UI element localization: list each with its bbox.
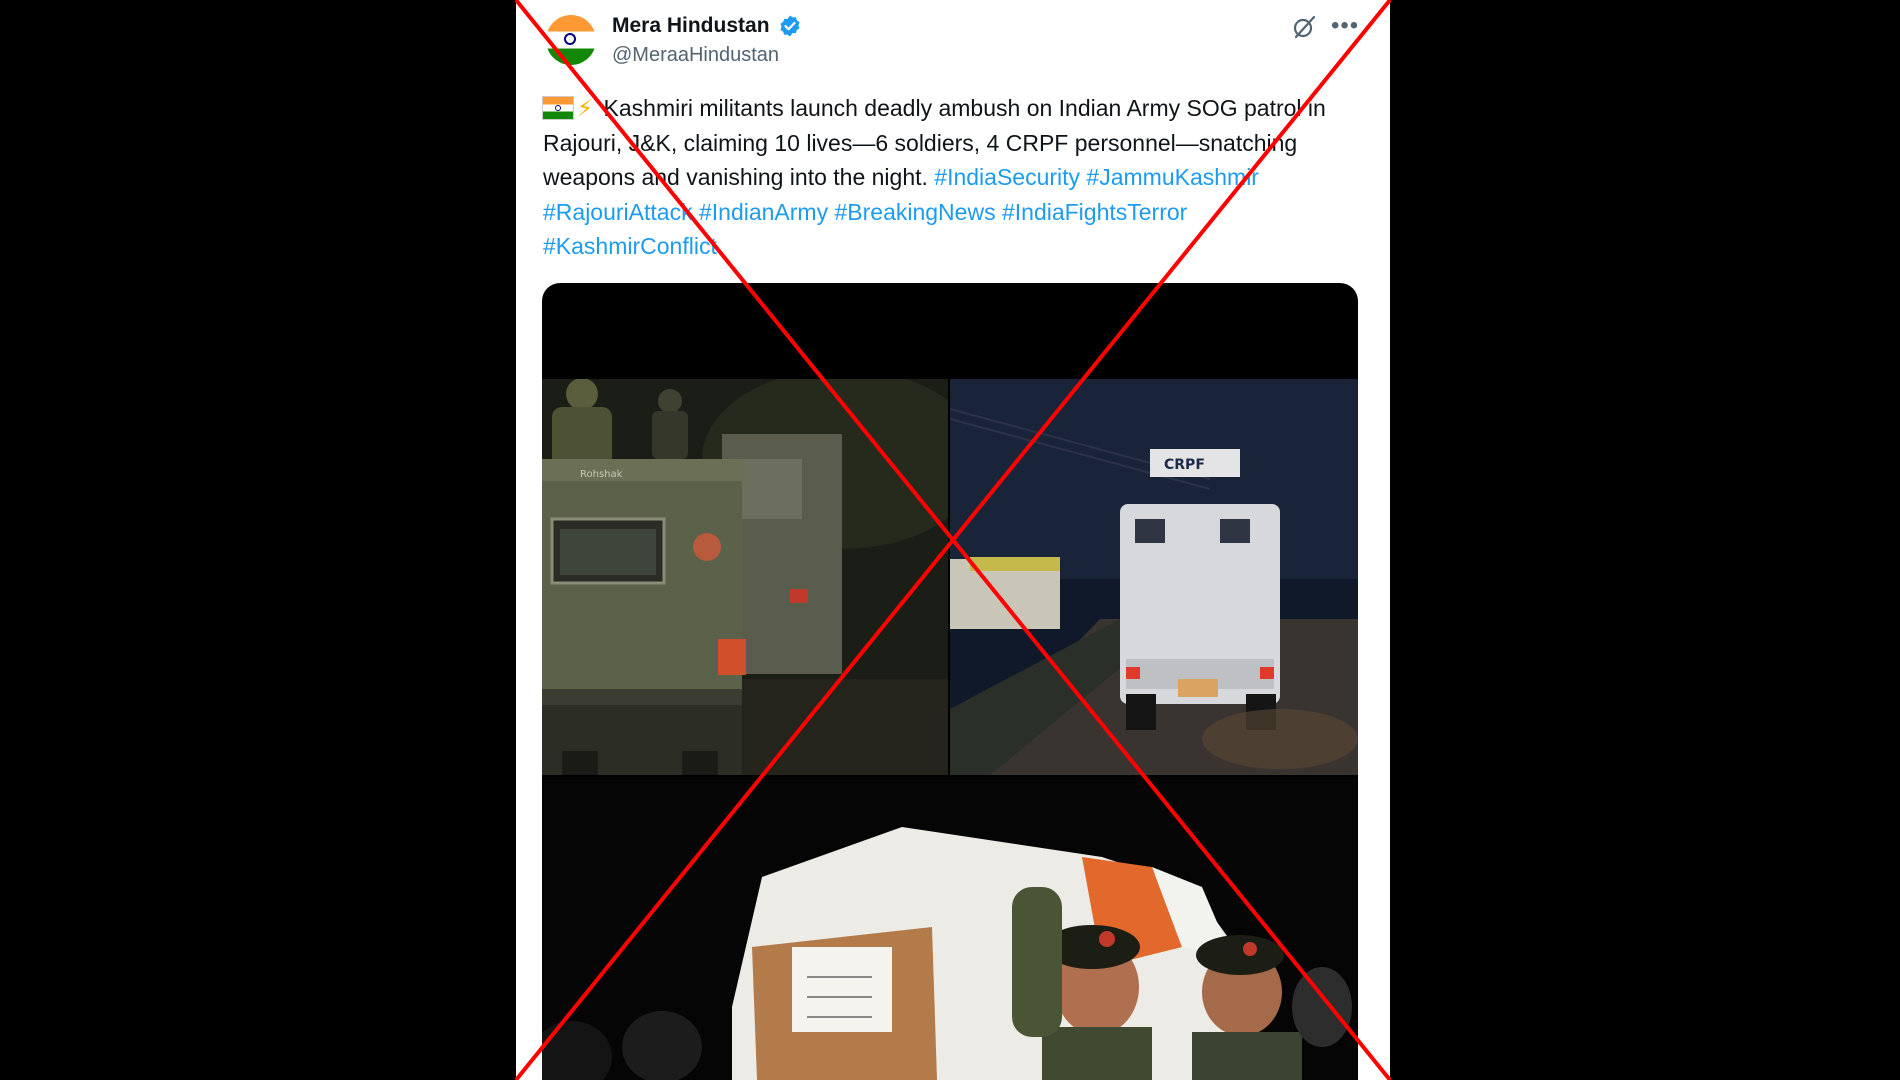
hashtag-link[interactable]: #IndiaFightsTerror [1002,199,1187,225]
hashtag-link[interactable]: #KashmirConflict [543,233,717,259]
verified-badge-icon [780,15,800,37]
hashtag-link[interactable]: #BreakingNews [834,199,995,225]
photo-army-vehicle[interactable]: Rohshak [542,379,948,775]
hashtag-link[interactable]: #IndiaSecurity [934,164,1080,190]
author-name[interactable]: Mera Hindustan [612,14,770,38]
photo-coffin-procession[interactable] [542,777,1358,1080]
photo-crpf-vehicle[interactable]: CRPF [950,379,1358,775]
more-options-icon[interactable]: ••• [1331,12,1359,40]
crpf-marking-text: CRPF [1164,457,1205,473]
crpf-vehicle-scene: CRPF [950,379,1358,775]
lightning-bolt-icon: ⚡ [577,95,594,121]
author-avatar[interactable] [546,15,596,65]
hashtag-link[interactable]: #JammuKashmir [1086,164,1259,190]
army-vehicle-scene: Rohshak [542,379,948,775]
ashoka-chakra-icon [564,33,576,45]
hashtag-link[interactable]: #IndianArmy [699,199,828,225]
coffin-procession-scene [542,777,1358,1080]
grok-icon[interactable] [1291,14,1317,40]
hashtag-link[interactable]: #RajouriAttack [543,199,693,225]
tweet-card[interactable]: Mera Hindustan @MeraaHindustan ••• ⚡ Kas… [516,0,1390,1080]
media-grid[interactable]: Rohshak CRPF [542,283,1358,1080]
tweet-text: ⚡ Kashmiri militants launch deadly ambus… [543,91,1363,264]
india-flag-icon [543,97,573,119]
author-handle[interactable]: @MeraaHindustan [612,44,779,67]
vehicle-marking-text: Rohshak [580,469,623,480]
